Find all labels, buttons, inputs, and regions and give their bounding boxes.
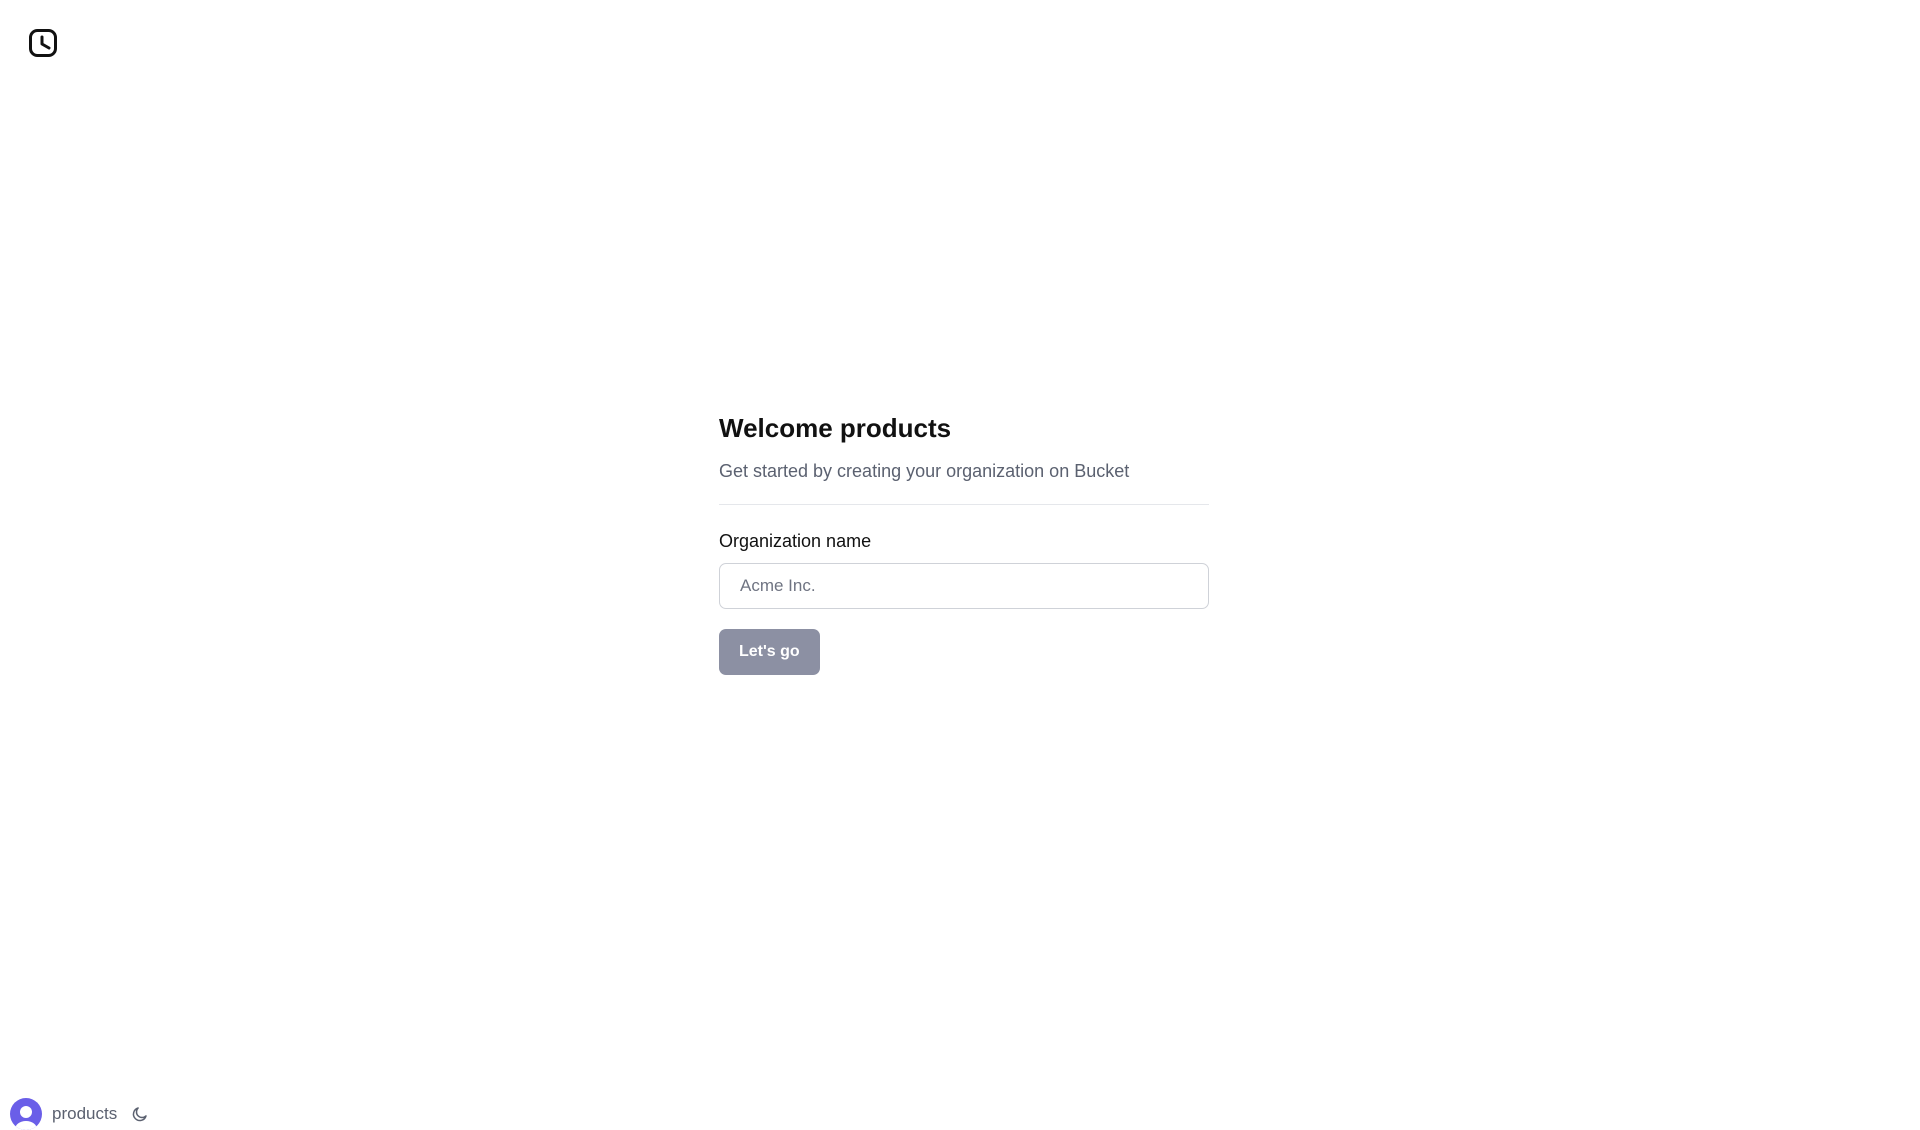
user-footer: products — [10, 1098, 151, 1130]
lets-go-button[interactable]: Let's go — [719, 629, 820, 675]
create-organization-card: Welcome products Get started by creating… — [719, 410, 1209, 675]
organization-name-input[interactable] — [719, 563, 1209, 609]
moon-icon[interactable] — [129, 1103, 151, 1125]
user-avatar-icon[interactable] — [10, 1098, 42, 1130]
page-subtitle: Get started by creating your organizatio… — [719, 461, 1130, 481]
onboarding-page: Welcome products Get started by creating… — [0, 0, 1920, 1130]
page-title: Welcome products — [719, 413, 952, 443]
username[interactable]: products — [52, 1104, 117, 1124]
divider — [719, 504, 1209, 505]
organization-name-label: Organization name — [719, 531, 872, 551]
bucket-logo-icon[interactable] — [28, 28, 58, 58]
create-organization-form: Organization name Let's go — [719, 529, 1209, 675]
